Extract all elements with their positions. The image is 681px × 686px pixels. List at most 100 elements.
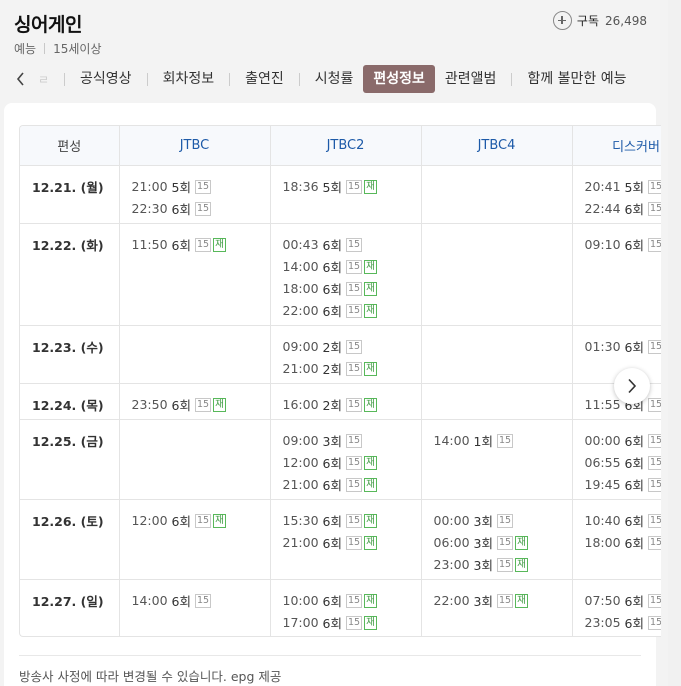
subscribe-label: 구독 bbox=[576, 14, 599, 28]
tab-recommended-shows[interactable]: 함께 볼만한 예능 bbox=[517, 65, 636, 93]
broadcast-time: 16:00 bbox=[282, 397, 319, 412]
episode-number: 6회 bbox=[624, 456, 644, 471]
schedule-cell: 01:306회15재 bbox=[572, 325, 661, 384]
tab-official-video[interactable]: 공식영상 bbox=[70, 65, 142, 93]
episode-number: 6회 bbox=[322, 282, 342, 297]
episode-number: 6회 bbox=[624, 514, 644, 529]
age-rating-badge: 15 bbox=[345, 615, 363, 630]
episode-number: 2회 bbox=[322, 340, 342, 355]
broadcast-time: 22:00 bbox=[433, 593, 470, 608]
page-scrollbar[interactable] bbox=[668, 0, 681, 686]
broadcast-entry: 20:415회15재 bbox=[585, 176, 661, 198]
schedule-cell: 21:00 5회 15 22:30 6회 15 bbox=[119, 165, 271, 224]
age-rating-badge: 15 bbox=[345, 303, 363, 318]
episode-number: 6회 bbox=[322, 514, 342, 529]
broadcast-entry: 14:00 6회 15 bbox=[132, 590, 270, 612]
schedule-cell bbox=[119, 419, 271, 500]
rerun-badge: 재 bbox=[515, 593, 528, 608]
tab-related-album[interactable]: 관련앨범 bbox=[435, 65, 507, 93]
broadcast-time: 21:00 bbox=[131, 179, 168, 194]
broadcast-time: 06:55 bbox=[584, 455, 621, 470]
broadcast-entry: 00:43 6회 15 bbox=[283, 234, 421, 256]
episode-number: 6회 bbox=[624, 202, 644, 217]
schedule-cell bbox=[421, 325, 573, 384]
age-rating-badge: 15 bbox=[345, 361, 363, 376]
rerun-badge: 재 bbox=[364, 303, 377, 318]
notice-divider bbox=[19, 655, 641, 656]
broadcast-time: 12:00 bbox=[282, 455, 319, 470]
broadcast-time: 15:30 bbox=[282, 513, 319, 528]
age-rating-badge: 15 bbox=[647, 535, 661, 550]
broadcast-time: 12:00 bbox=[131, 513, 168, 528]
scroll-right-button[interactable] bbox=[614, 368, 650, 404]
broadcast-time: 21:00 bbox=[282, 535, 319, 550]
age-rating-badge: 15 bbox=[345, 179, 363, 194]
schedule-cell: 20:415회15재22:446회15 bbox=[572, 165, 661, 224]
schedule-row: 12.26. (토) 12:00 6회 15 재 15:30 6회 15 재 21:00 6회 15 재… bbox=[20, 499, 661, 580]
broadcast-time: 23:50 bbox=[131, 397, 168, 412]
broadcast-entry: 10:406회15재 bbox=[585, 510, 661, 532]
tab-divider bbox=[511, 72, 513, 86]
episode-number: 3회 bbox=[473, 514, 493, 529]
broadcast-time: 14:00 bbox=[131, 593, 168, 608]
schedule-cell: 10:00 6회 15 재 17:00 6회 15 재 bbox=[270, 579, 422, 636]
header-channel-jtbc4: JTBC4 bbox=[421, 126, 573, 166]
subscribe-button[interactable]: 구독 26,498 bbox=[552, 11, 647, 30]
rerun-badge: 재 bbox=[364, 615, 377, 630]
broadcast-entry: 11:50 6회 15 재 bbox=[132, 234, 270, 256]
age-rating-badge: 15 bbox=[647, 339, 661, 354]
broadcast-time: 21:00 bbox=[282, 361, 319, 376]
rerun-badge: 재 bbox=[213, 513, 226, 528]
episode-number: 6회 bbox=[624, 594, 644, 609]
schedule-cell: 18:36 5회 15 재 bbox=[270, 165, 422, 224]
broadcast-time: 00:00 bbox=[584, 433, 621, 448]
age-rating-badge: 15 bbox=[345, 513, 363, 528]
tab-schedule[interactable]: 편성정보 bbox=[363, 65, 435, 93]
episode-number: 6회 bbox=[624, 340, 644, 355]
episode-number: 5회 bbox=[322, 180, 342, 195]
episode-number: 3회 bbox=[473, 594, 493, 609]
broadcast-entry: 22:00 3회 15 재 bbox=[434, 590, 572, 612]
rerun-badge: 재 bbox=[364, 259, 377, 274]
broadcast-entry: 14:00 6회 15 재 bbox=[283, 256, 421, 278]
episode-number: 6회 bbox=[322, 478, 342, 493]
rerun-badge: 재 bbox=[364, 281, 377, 296]
schedule-cell: 00:00 3회 15 06:00 3회 15 재 23:00 3회 15 재 bbox=[421, 499, 573, 580]
schedule-cell: 22:00 3회 15 재 bbox=[421, 579, 573, 636]
broadcast-entry: 09:00 3회 15 bbox=[283, 430, 421, 452]
broadcast-entry: 21:00 5회 15 bbox=[132, 176, 270, 198]
tab-cast[interactable]: 출연진 bbox=[235, 65, 294, 93]
episode-number: 3회 bbox=[322, 434, 342, 449]
broadcast-time: 23:05 bbox=[584, 615, 621, 630]
age-rating-badge: 15 bbox=[194, 397, 212, 412]
broadcast-entry: 09:00 2회 15 bbox=[283, 336, 421, 358]
broadcast-entry: 22:30 6회 15 bbox=[132, 198, 270, 220]
age-rating-badge: 15 bbox=[194, 179, 212, 194]
broadcast-entry: 10:00 6회 15 재 bbox=[283, 590, 421, 612]
tab-divider bbox=[64, 72, 66, 86]
tab-divider bbox=[298, 72, 300, 86]
broadcast-entry: 23:00 3회 15 재 bbox=[434, 554, 572, 576]
age-rating-badge: 15 bbox=[647, 477, 661, 492]
broadcast-entry: 06:00 3회 15 재 bbox=[434, 532, 572, 554]
broadcast-entry: 16:00 2회 15 재 bbox=[283, 394, 421, 416]
rerun-badge: 재 bbox=[213, 397, 226, 412]
broadcast-time: 09:00 bbox=[282, 339, 319, 354]
tab-ratings[interactable]: 시청률 bbox=[305, 65, 364, 93]
schedule-date: 12.27. (일) bbox=[20, 579, 120, 636]
tab-prev-button[interactable] bbox=[0, 72, 30, 86]
episode-number: 6회 bbox=[322, 238, 342, 253]
broadcast-entry: 09:106회15재 bbox=[585, 234, 661, 256]
broadcast-entry: 18:006회15재 bbox=[585, 532, 661, 554]
broadcast-time: 21:00 bbox=[282, 477, 319, 492]
broadcast-time: 22:30 bbox=[131, 201, 168, 216]
tab-episode-info[interactable]: 회차정보 bbox=[153, 65, 225, 93]
episode-number: 3회 bbox=[473, 536, 493, 551]
broadcast-entry: 18:006회15재 bbox=[283, 278, 421, 300]
broadcast-time: 14:00 bbox=[282, 259, 319, 274]
rerun-badge: 재 bbox=[364, 535, 377, 550]
age-rating-badge: 15 bbox=[647, 201, 661, 216]
broadcast-time: 18:00 bbox=[282, 281, 319, 296]
rerun-badge: 재 bbox=[364, 593, 377, 608]
schedule-table-container[interactable]: 편성 JTBC JTBC2 JTBC4 디스커버 12.21. (월) 21:00… bbox=[19, 125, 661, 637]
